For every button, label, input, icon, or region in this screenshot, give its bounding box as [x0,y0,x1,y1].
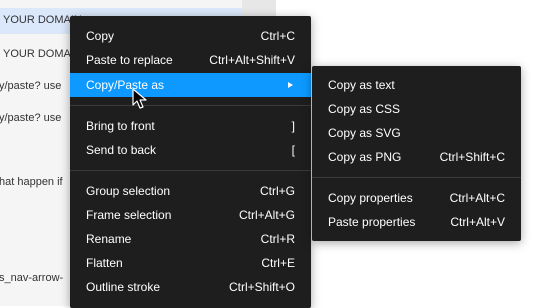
menu-item-paste-to-replace[interactable]: Paste to replace Ctrl+Alt+Shift+V [70,48,311,72]
background-text-line: y/paste? use [0,112,62,124]
copy-paste-as-submenu: Copy as text Copy as CSS Copy as SVG Cop… [312,66,521,241]
menu-item-shortcut: ] [291,119,295,133]
menu-divider [70,170,311,171]
menu-item-label: Group selection [86,184,171,198]
context-menu: Copy Ctrl+C Paste to replace Ctrl+Alt+Sh… [70,16,311,308]
menu-item-label: Copy as SVG [328,126,401,140]
background-text-line: s_nav-arrow- [0,272,64,284]
menu-item-label: Copy as CSS [328,102,401,116]
background-text-line: hat happen if [0,176,63,188]
menu-item-rename[interactable]: Rename Ctrl+R [70,227,311,251]
menu-divider [312,177,521,178]
menu-item-label: Rename [86,232,132,246]
menu-item-label: Copy as text [328,78,395,92]
submenu-item-copy-as-svg[interactable]: Copy as SVG [312,121,521,145]
menu-item-label: Copy/Paste as [86,78,165,92]
menu-item-frame-selection[interactable]: Frame selection Ctrl+Alt+G [70,203,311,227]
menu-item-label: Paste properties [328,215,416,229]
background-text-line: y/paste? use [0,80,62,92]
menu-item-label: Copy [86,29,115,43]
mouse-cursor-icon [132,88,147,109]
menu-item-send-to-back[interactable]: Send to back [ [70,138,311,162]
menu-item-shortcut: Ctrl+R [260,232,295,246]
menu-item-shortcut: Ctrl+C [260,29,295,43]
menu-item-shortcut: Ctrl+E [261,256,295,270]
menu-item-shortcut: [ [291,143,295,157]
menu-item-label: Copy as PNG [328,150,402,164]
menu-item-bring-to-front[interactable]: Bring to front ] [70,114,311,138]
menu-item-label: Flatten [86,256,123,270]
menu-item-label: Copy properties [328,191,413,205]
submenu-item-paste-properties[interactable]: Paste properties Ctrl+Alt+V [312,210,521,234]
menu-item-outline-stroke[interactable]: Outline stroke Ctrl+Shift+O [70,275,311,299]
menu-item-label: Paste to replace [86,53,173,67]
submenu-item-copy-as-text[interactable]: Copy as text [312,73,521,97]
menu-item-shortcut: Ctrl+Alt+C [449,191,505,205]
menu-item-shortcut: Ctrl+Alt+Shift+V [209,53,295,67]
menu-item-shortcut: Ctrl+Alt+V [450,215,505,229]
menu-item-copy-paste-as[interactable]: Copy/Paste as [70,73,311,97]
menu-item-shortcut: Ctrl+Shift+C [439,150,505,164]
menu-item-shortcut: Ctrl+G [259,184,295,198]
menu-item-copy[interactable]: Copy Ctrl+C [70,24,311,48]
chevron-right-icon [288,82,293,88]
menu-item-label: Frame selection [86,208,172,222]
menu-divider [70,105,311,106]
submenu-item-copy-as-png[interactable]: Copy as PNG Ctrl+Shift+C [312,145,521,169]
menu-item-shortcut: Ctrl+Alt+G [238,208,295,222]
menu-item-label: Send to back [86,143,157,157]
menu-item-label: Bring to front [86,119,155,133]
menu-item-group-selection[interactable]: Group selection Ctrl+G [70,179,311,203]
submenu-item-copy-as-css[interactable]: Copy as CSS [312,97,521,121]
menu-item-shortcut: Ctrl+Shift+O [228,280,295,294]
menu-item-label: Outline stroke [86,280,161,294]
submenu-item-copy-properties[interactable]: Copy properties Ctrl+Alt+C [312,186,521,210]
menu-item-flatten[interactable]: Flatten Ctrl+E [70,251,311,275]
